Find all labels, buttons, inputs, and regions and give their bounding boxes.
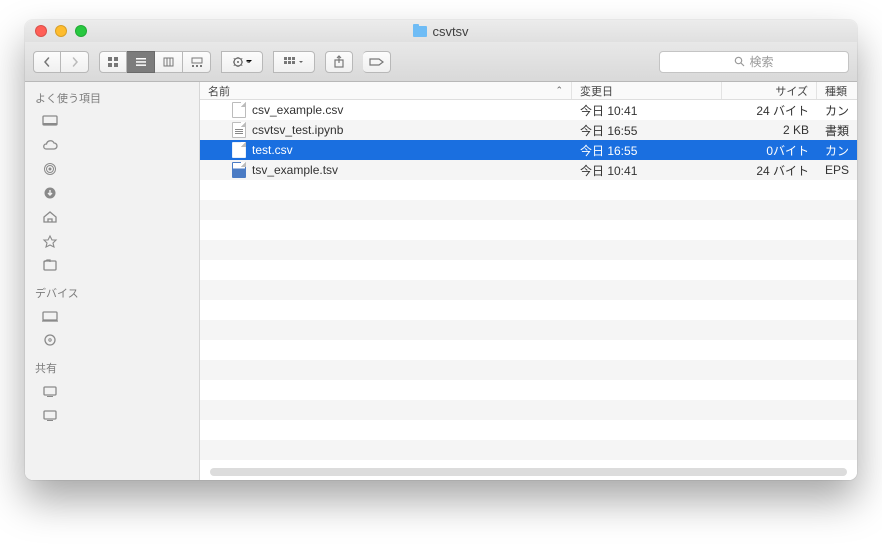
horizontal-scrollbar[interactable] [210,468,847,476]
action-menu-button[interactable] [221,51,263,73]
sidebar-item-shared-2[interactable] [25,403,199,427]
file-icon [232,102,246,118]
traffic-lights [35,25,87,37]
column-header-date[interactable]: 変更日 [572,82,722,99]
file-row[interactable]: csvtsv_test.ipynb 今日 16:552 KB書類 [200,120,857,140]
file-date-cell: 今日 10:41 [572,162,722,179]
toolbar: 検索 [25,42,857,82]
sidebar-item-computer[interactable] [25,304,199,328]
sidebar-item-shared-1[interactable] [25,379,199,403]
window-body: よく使う項目 デバイス [25,82,857,480]
file-name-cell: tsv_example.tsv [200,162,572,178]
window-title-text: csvtsv [432,24,468,39]
sidebar-item-icloud[interactable] [25,133,199,157]
arrange-menu-button[interactable] [273,51,315,73]
gallery-view-button[interactable] [183,51,211,73]
file-kind-cell: EPS [817,163,857,177]
sidebar-section-favorites: よく使う項目 [25,82,199,109]
file-icon [232,162,246,178]
file-row[interactable]: csv_example.csv 今日 10:4124 バイトカン [200,100,857,120]
file-list-pane: 名前 ⌃ 変更日 サイズ 種類 csv_example.csv今日 10:412… [200,82,857,480]
file-size-cell: 24 バイト [722,102,817,119]
file-size-cell: 24 バイト [722,162,817,179]
sort-indicator-icon: ⌃ [555,85,563,96]
search-placeholder: 検索 [749,53,773,70]
sidebar-item-documents[interactable] [25,253,199,277]
file-date-cell: 今日 16:55 [572,122,722,139]
sidebar-item-disc[interactable] [25,328,199,352]
file-rows: csv_example.csv今日 10:4124 バイトカンcsvtsv_te… [200,100,857,480]
file-row[interactable]: test.csv 今日 16:550バイトカン [200,140,857,160]
file-kind-cell: 書類 [817,122,857,139]
sidebar-item-airdrop[interactable] [25,157,199,181]
tags-button[interactable] [363,51,391,73]
file-name: tsv_example.tsv [252,163,338,177]
sidebar-item-applications[interactable] [25,229,199,253]
view-switcher [99,51,211,73]
sidebar-section-devices: デバイス [25,277,199,304]
search-field[interactable]: 検索 [659,51,849,73]
minimize-window-button[interactable] [55,25,67,37]
file-size-cell: 2 KB [722,123,817,137]
file-date-cell: 今日 16:55 [572,142,722,159]
file-icon [232,142,246,158]
icon-view-button[interactable] [99,51,127,73]
column-header-size[interactable]: サイズ [722,82,817,99]
column-headers: 名前 ⌃ 変更日 サイズ 種類 [200,82,857,100]
file-kind-cell: カン [817,142,857,159]
file-kind-cell: カン [817,102,857,119]
file-name-cell: csvtsv_test.ipynb [200,122,572,138]
column-header-name[interactable]: 名前 ⌃ [200,82,572,99]
zoom-window-button[interactable] [75,25,87,37]
file-name: csv_example.csv [252,103,343,117]
window-title: csvtsv [25,24,857,39]
arrange-group [273,51,315,73]
close-window-button[interactable] [35,25,47,37]
column-view-button[interactable] [155,51,183,73]
sidebar-section-shared: 共有 [25,352,199,379]
file-row[interactable]: tsv_example.tsv 今日 10:4124 バイトEPS [200,160,857,180]
file-name: csvtsv_test.ipynb [252,123,343,137]
search-icon [734,56,745,67]
titlebar: csvtsv [25,20,857,42]
nav-buttons [33,51,89,73]
column-header-kind[interactable]: 種類 [817,82,857,99]
folder-icon [413,26,427,37]
sidebar: よく使う項目 デバイス [25,82,200,480]
file-name: test.csv [252,143,293,157]
forward-button[interactable] [61,51,89,73]
action-group [221,51,263,73]
list-view-button[interactable] [127,51,155,73]
sidebar-item-desktop[interactable] [25,109,199,133]
sidebar-item-home[interactable] [25,205,199,229]
sidebar-item-downloads[interactable] [25,181,199,205]
file-size-cell: 0バイト [722,142,817,159]
finder-window: csvtsv [25,20,857,480]
share-button[interactable] [325,51,353,73]
file-name-cell: csv_example.csv [200,102,572,118]
file-icon [232,122,246,138]
file-date-cell: 今日 10:41 [572,102,722,119]
back-button[interactable] [33,51,61,73]
empty-stripes [200,180,857,480]
file-name-cell: test.csv [200,142,572,158]
